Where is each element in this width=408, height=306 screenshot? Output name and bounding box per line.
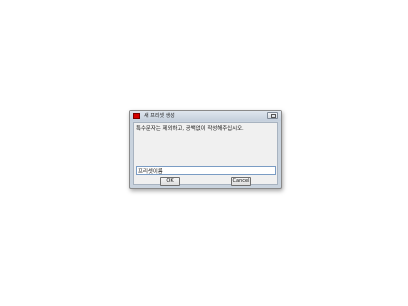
window-control-button[interactable] xyxy=(267,112,278,119)
app-icon xyxy=(133,113,140,119)
instruction-message: 특수문자는 제외하고, 공백없이 작성해주십시오. xyxy=(136,126,244,132)
new-preset-dialog: 새 프리셋 생성 특수문자는 제외하고, 공백없이 작성해주십시오. OK Ca… xyxy=(129,110,282,189)
cancel-button[interactable]: Cancel xyxy=(231,177,251,186)
maximize-icon xyxy=(271,114,276,118)
dialog-content: 특수문자는 제외하고, 공백없이 작성해주십시오. OK Cancel xyxy=(133,122,278,186)
preset-name-input[interactable] xyxy=(136,166,276,175)
dialog-titlebar[interactable]: 새 프리셋 생성 xyxy=(130,111,281,121)
dialog-title: 새 프리셋 생성 xyxy=(144,113,175,119)
ok-button[interactable]: OK xyxy=(160,177,180,186)
